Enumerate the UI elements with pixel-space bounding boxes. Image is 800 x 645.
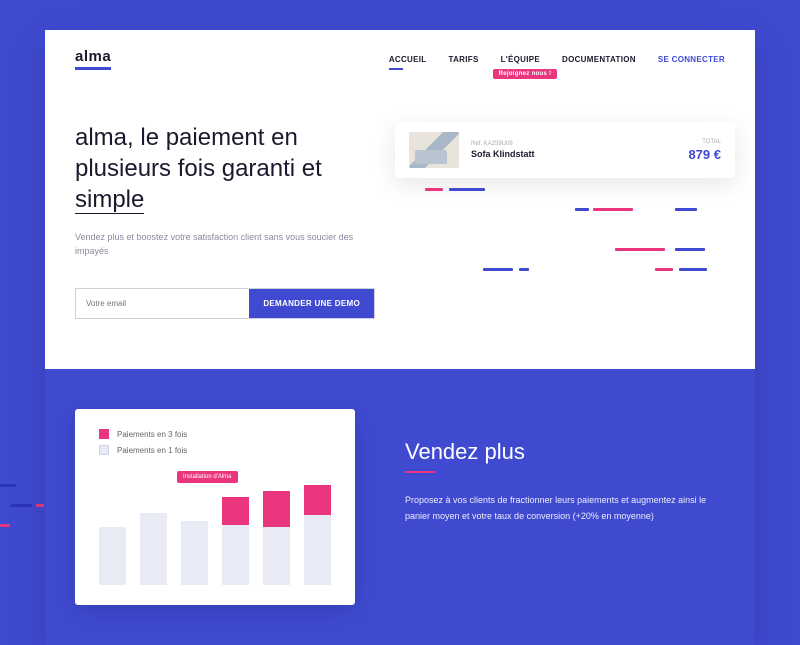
legend-item-blue: Paiements en 1 fois: [99, 445, 331, 455]
section2-body: Proposez à vos clients de fractionner le…: [405, 493, 725, 524]
join-us-badge: Rejoignez nous !: [493, 69, 558, 79]
demo-button[interactable]: DEMANDER UNE DEMO: [249, 289, 374, 318]
bar-blue: [181, 521, 208, 585]
bar-group: [304, 485, 331, 585]
page-container: alma ACCUEIL TARIFS L'ÉQUIPE Rejoignez n…: [45, 30, 755, 645]
hero-section: alma, le paiement en plusieurs fois gara…: [45, 82, 755, 369]
section2-content: Vendez plus Proposez à vos clients de fr…: [405, 409, 725, 605]
bar-group: [99, 527, 126, 585]
product-price: 879 €: [688, 147, 721, 162]
header: alma ACCUEIL TARIFS L'ÉQUIPE Rejoignez n…: [45, 30, 755, 82]
product-name: Sofa Klindstatt: [471, 149, 676, 159]
bar-chart: Installation d'Alma: [99, 475, 331, 585]
hero-title-underlined: simple: [75, 186, 144, 214]
nav-equipe-label: L'ÉQUIPE: [501, 55, 540, 64]
bar-blue: [222, 525, 249, 585]
legend-swatch-pink: [99, 429, 109, 439]
bar-group: [181, 521, 208, 585]
bar-group: [222, 497, 249, 585]
vendez-plus-section: Paiements en 3 fois Paiements en 1 fois …: [45, 369, 755, 645]
bar-pink: [222, 497, 249, 525]
title-underline: [405, 471, 435, 473]
nav-login[interactable]: SE CONNECTER: [658, 55, 725, 64]
total-label: TOTAL: [688, 139, 721, 145]
chart-card: Paiements en 3 fois Paiements en 1 fois …: [75, 409, 355, 605]
product-total: TOTAL 879 €: [688, 139, 721, 162]
legend-label-blue: Paiements en 1 fois: [117, 446, 187, 455]
bar-group: [140, 513, 167, 585]
hero-content: alma, le paiement en plusieurs fois gara…: [75, 122, 375, 319]
bar-blue: [263, 527, 290, 585]
hero-illustration: Réf. KA259U09 Sofa Klindstatt TOTAL 879 …: [415, 122, 725, 319]
nav-equipe[interactable]: L'ÉQUIPE Rejoignez nous !: [501, 55, 540, 64]
legend-label-pink: Paiements en 3 fois: [117, 430, 187, 439]
product-card: Réf. KA259U09 Sofa Klindstatt TOTAL 879 …: [395, 122, 735, 178]
product-info: Réf. KA259U09 Sofa Klindstatt: [471, 141, 676, 159]
nav-accueil[interactable]: ACCUEIL: [389, 55, 427, 64]
bar-group: [263, 491, 290, 585]
product-ref: Réf. KA259U09: [471, 141, 676, 147]
email-form: DEMANDER UNE DEMO: [75, 288, 375, 319]
chart-legend: Paiements en 3 fois Paiements en 1 fois: [99, 429, 331, 455]
nav-documentation[interactable]: DOCUMENTATION: [562, 55, 636, 64]
hero-title: alma, le paiement en plusieurs fois gara…: [75, 122, 375, 216]
hero-subtitle: Vendez plus et boostez votre satisfactio…: [75, 230, 375, 259]
chart-annotation: Installation d'Alma: [177, 471, 238, 483]
product-image: [409, 132, 459, 168]
bar-blue: [304, 515, 331, 585]
nav-tarifs[interactable]: TARIFS: [448, 55, 478, 64]
hero-title-text: alma, le paiement en plusieurs fois gara…: [75, 124, 322, 182]
section2-title: Vendez plus: [405, 439, 725, 465]
main-nav: ACCUEIL TARIFS L'ÉQUIPE Rejoignez nous !…: [389, 55, 725, 64]
legend-item-pink: Paiements en 3 fois: [99, 429, 331, 439]
bar-pink: [304, 485, 331, 515]
legend-swatch-blue: [99, 445, 109, 455]
email-input[interactable]: [76, 289, 249, 318]
bar-blue: [99, 527, 126, 585]
bar-blue: [140, 513, 167, 585]
logo[interactable]: alma: [75, 48, 111, 70]
bar-pink: [263, 491, 290, 527]
